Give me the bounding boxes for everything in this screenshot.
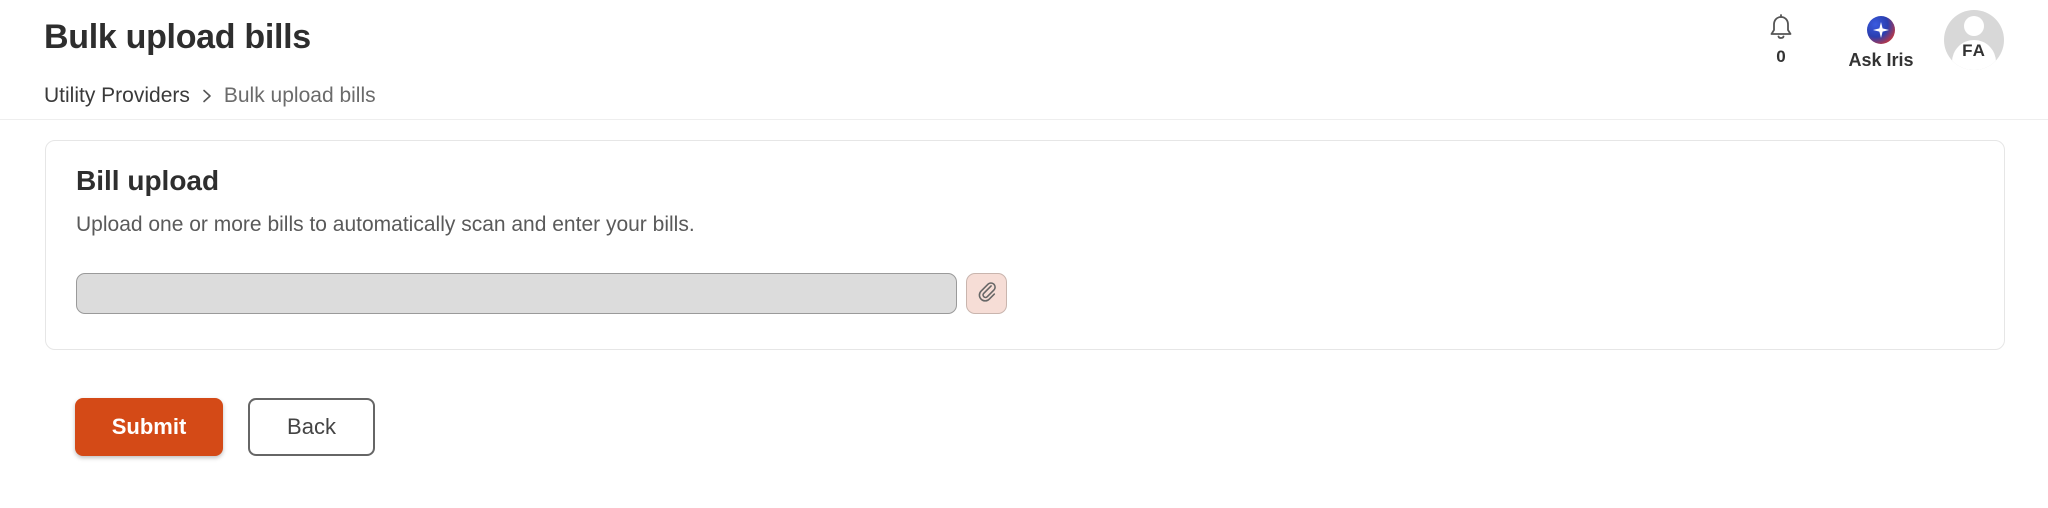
submit-button[interactable]: Submit <box>75 398 223 456</box>
card-description: Upload one or more bills to automaticall… <box>76 213 695 236</box>
attach-file-button[interactable] <box>966 273 1007 314</box>
avatar-head-shape <box>1964 16 1984 36</box>
notification-count: 0 <box>1776 47 1786 66</box>
file-upload-input[interactable] <box>76 273 957 314</box>
paperclip-icon <box>976 280 998 307</box>
breadcrumb-current: Bulk upload bills <box>223 84 376 107</box>
header-divider <box>0 119 2048 120</box>
page-title: Bulk upload bills <box>44 18 311 56</box>
back-button[interactable]: Back <box>248 398 375 456</box>
breadcrumb-link-utility-providers[interactable]: Utility Providers <box>44 84 190 108</box>
avatar-initials: FA <box>1962 41 1986 60</box>
bell-icon <box>1768 14 1794 47</box>
sparkle-icon <box>1867 16 1895 44</box>
notifications-button[interactable]: 0 <box>1736 10 1826 67</box>
page: Bulk upload bills Utility Providers Bulk… <box>0 0 2048 508</box>
card-title: Bill upload <box>76 165 220 196</box>
bill-upload-card: Bill upload Upload one or more bills to … <box>45 140 2005 350</box>
chevron-right-icon <box>200 89 214 103</box>
ask-iris-label: Ask Iris <box>1848 50 1914 70</box>
top-actions: 0 Ask Iris FA <box>1736 10 2004 71</box>
user-avatar[interactable]: FA <box>1944 10 2004 70</box>
ask-iris-button[interactable]: Ask Iris <box>1836 10 1926 71</box>
breadcrumb: Utility Providers Bulk upload bills <box>44 84 376 108</box>
